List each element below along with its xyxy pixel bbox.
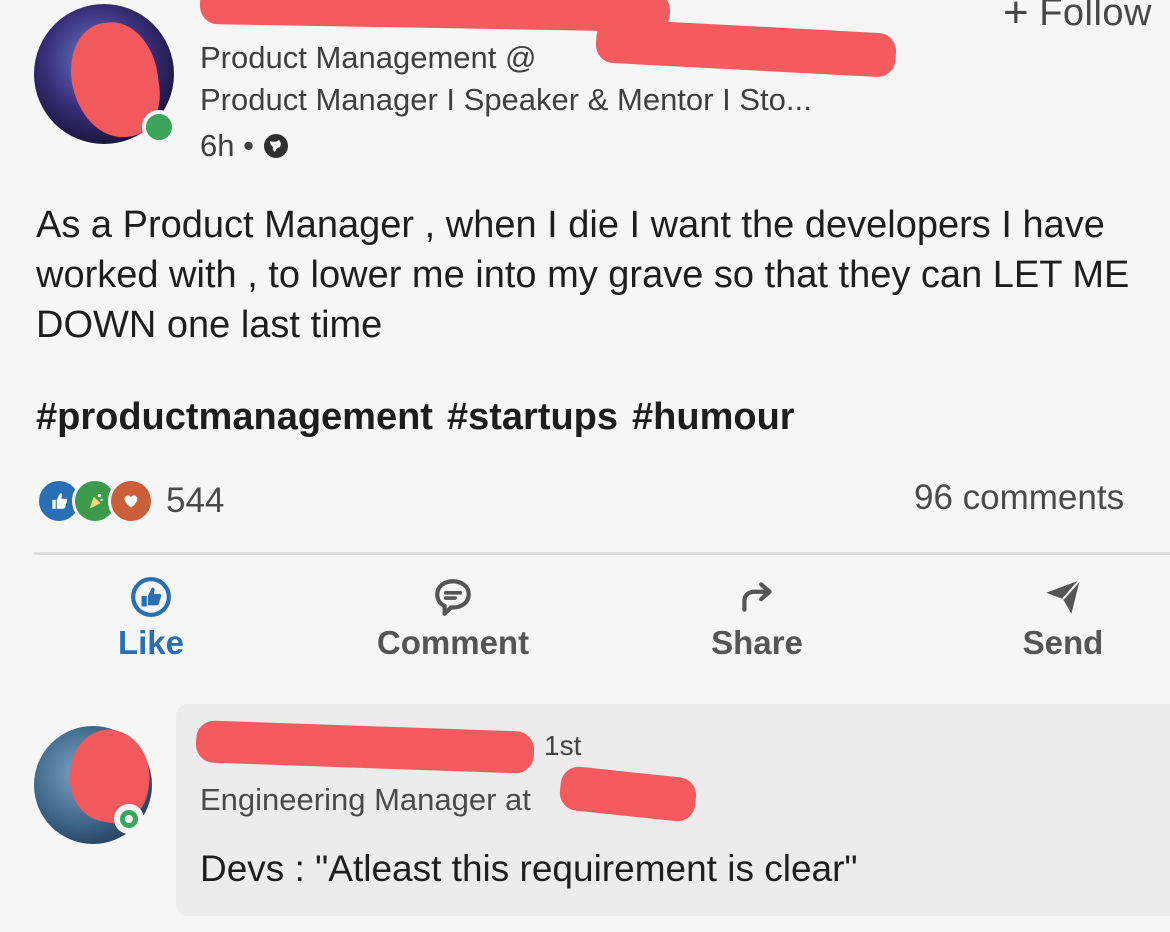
like-icon	[131, 577, 171, 617]
reactions-summary[interactable]: 544	[36, 478, 224, 524]
hashtag-productmanagement[interactable]: #productmanagement	[36, 396, 433, 439]
share-arrow-icon	[742, 582, 772, 612]
reaction-count: 544	[166, 481, 225, 520]
company-redaction	[595, 18, 897, 78]
send-label: Send	[1022, 624, 1104, 661]
send-icon	[1046, 579, 1081, 614]
comment-label: Comment	[376, 624, 530, 661]
hashtag-startups[interactable]: #startups	[447, 396, 618, 439]
plus-icon: +	[1002, 0, 1030, 37]
divider	[34, 552, 1170, 555]
comment-text: Devs : "Atleast this requirement is clea…	[200, 848, 858, 889]
hashtags: #productmanagement #startups #humour	[36, 396, 795, 439]
globe-icon	[263, 134, 288, 158]
follow-label: Follow	[1039, 0, 1152, 34]
like-label: Like	[117, 624, 185, 661]
author-headline-company: Product Management @	[200, 40, 537, 75]
author-headline: Product Manager I Speaker & Mentor I Sto…	[200, 82, 812, 117]
like-button[interactable]: Like	[56, 576, 246, 662]
commenter-headline: Engineering Manager at	[200, 782, 531, 817]
commenter-online-icon	[114, 804, 144, 834]
post-time: 6h •	[200, 128, 254, 163]
send-button[interactable]: Send	[968, 576, 1158, 662]
share-button[interactable]: Share	[662, 576, 852, 662]
post-text: As a Product Manager , when I die I want…	[36, 204, 1130, 346]
hashtag-humour[interactable]: #humour	[632, 396, 795, 439]
follow-button[interactable]: + Follow	[1003, 0, 1152, 38]
online-status-icon	[142, 110, 176, 144]
share-label: Share	[711, 624, 803, 661]
comments-count-link[interactable]: 96 comments	[914, 478, 1124, 518]
comment-icon	[435, 579, 471, 616]
comment-button[interactable]: Comment	[358, 576, 548, 662]
post-timestamp: 6h •	[200, 128, 290, 164]
connection-degree-badge: 1st	[544, 730, 582, 761]
love-reaction-icon	[108, 478, 154, 524]
action-bar: Like Comment Share Send	[0, 576, 1170, 666]
